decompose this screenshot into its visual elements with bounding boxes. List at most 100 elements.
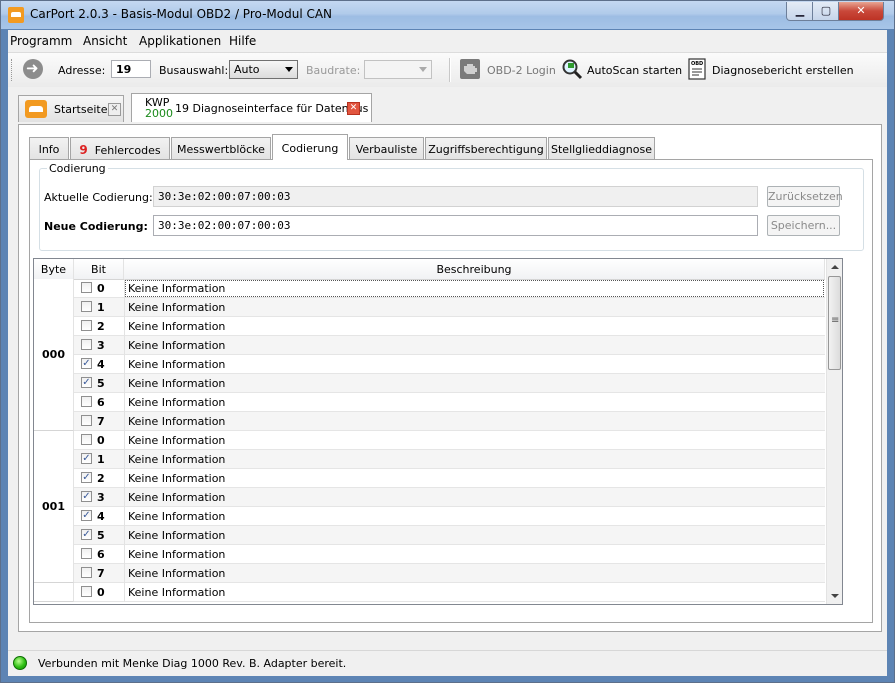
- bit-description[interactable]: Keine Information: [124, 374, 825, 393]
- table-row[interactable]: ✓ 4 Keine Information: [74, 355, 825, 374]
- menu-applikationen[interactable]: Applikationen: [139, 34, 221, 48]
- maximize-button[interactable]: ▢: [812, 2, 840, 21]
- bit-checkbox[interactable]: ✓: [81, 377, 92, 388]
- save-button[interactable]: Speichern...: [767, 215, 840, 236]
- minimize-button[interactable]: ▁: [786, 2, 814, 21]
- bit-description[interactable]: Keine Information: [124, 412, 825, 431]
- title-bar[interactable]: CarPort 2.0.3 - Basis-Modul OBD2 / Pro-M…: [1, 1, 894, 29]
- column-header-bit[interactable]: Bit: [74, 259, 124, 279]
- scroll-up-icon[interactable]: [831, 265, 839, 269]
- bit-checkbox[interactable]: ✓: [81, 358, 92, 369]
- engine-icon[interactable]: [459, 58, 481, 80]
- close-tab-icon[interactable]: ✕: [347, 102, 360, 115]
- bit-description[interactable]: Keine Information: [124, 279, 825, 298]
- toolbar-grip[interactable]: [11, 59, 15, 81]
- bit-checkbox[interactable]: [81, 282, 92, 293]
- table-row[interactable]: 0 Keine Information: [74, 431, 825, 450]
- bit-checkbox[interactable]: ✓: [81, 472, 92, 483]
- table-row[interactable]: 0 Keine Information: [74, 583, 825, 602]
- magnifier-icon[interactable]: [561, 58, 583, 80]
- bit-number: 1: [97, 453, 105, 466]
- byte-cell: [34, 583, 74, 602]
- protocol-2000: 2000: [145, 107, 173, 120]
- table-row[interactable]: ✓ 1 Keine Information: [74, 450, 825, 469]
- bit-number: 2: [97, 472, 105, 485]
- table-row[interactable]: ✓ 5 Keine Information: [74, 374, 825, 393]
- status-text: Verbunden mit Menke Diag 1000 Rev. B. Ad…: [38, 657, 347, 670]
- close-window-button[interactable]: ✕: [838, 2, 884, 21]
- reset-button[interactable]: Zurücksetzen: [767, 186, 843, 207]
- tab-module-19[interactable]: KWP 2000 19 Diagnoseinterface für Datenb…: [131, 93, 372, 122]
- window-title: CarPort 2.0.3 - Basis-Modul OBD2 / Pro-M…: [30, 7, 333, 21]
- menu-programm[interactable]: Programm: [10, 34, 72, 48]
- tab-zugriffsberechtigung[interactable]: Zugriffsberechtigung: [425, 137, 547, 159]
- menu-hilfe[interactable]: Hilfe: [229, 34, 256, 48]
- table-row[interactable]: ✓ 5 Keine Information: [74, 526, 825, 545]
- bit-description[interactable]: Keine Information: [124, 298, 825, 317]
- tab-codierung[interactable]: Codierung: [272, 134, 348, 160]
- bit-description[interactable]: Keine Information: [124, 336, 825, 355]
- bit-checkbox[interactable]: ✓: [81, 510, 92, 521]
- bit-description[interactable]: Keine Information: [124, 564, 825, 583]
- bit-description[interactable]: Keine Information: [124, 431, 825, 450]
- tab-verbauliste[interactable]: Verbauliste: [349, 137, 424, 159]
- tab-messwertbloecke[interactable]: Messwertblöcke: [171, 137, 271, 159]
- bit-checkbox[interactable]: [81, 396, 92, 407]
- scroll-down-icon[interactable]: [831, 594, 839, 598]
- baud-select[interactable]: [364, 60, 432, 79]
- tab-startseite[interactable]: Startseite ✕: [18, 95, 124, 122]
- table-row[interactable]: 2 Keine Information: [74, 317, 825, 336]
- bit-description[interactable]: Keine Information: [124, 507, 825, 526]
- bit-checkbox[interactable]: [81, 415, 92, 426]
- bit-checkbox[interactable]: [81, 548, 92, 559]
- coding-panel: Codierung Aktuelle Codierung: 30:3e:02:0…: [29, 159, 873, 623]
- bit-checkbox[interactable]: [81, 320, 92, 331]
- bit-checkbox[interactable]: [81, 567, 92, 578]
- bit-description[interactable]: Keine Information: [124, 469, 825, 488]
- close-tab-icon[interactable]: ✕: [108, 103, 121, 116]
- bit-checkbox[interactable]: ✓: [81, 491, 92, 502]
- bit-description[interactable]: Keine Information: [124, 355, 825, 374]
- table-row[interactable]: 0 Keine Information: [74, 279, 825, 298]
- table-row[interactable]: 7 Keine Information: [74, 412, 825, 431]
- scroll-thumb[interactable]: [828, 276, 841, 370]
- obd-login-button[interactable]: OBD-2 Login: [487, 64, 556, 77]
- diagnostic-report-button[interactable]: Diagnosebericht erstellen: [712, 64, 854, 77]
- bit-checkbox[interactable]: ✓: [81, 529, 92, 540]
- bit-description[interactable]: Keine Information: [124, 526, 825, 545]
- tab-info[interactable]: Info: [29, 137, 69, 159]
- bit-description[interactable]: Keine Information: [124, 583, 825, 602]
- new-coding-input[interactable]: 30:3e:02:00:07:00:03: [153, 215, 758, 236]
- bit-description[interactable]: Keine Information: [124, 545, 825, 564]
- bit-description[interactable]: Keine Information: [124, 393, 825, 412]
- bit-checkbox[interactable]: [81, 339, 92, 350]
- bit-description[interactable]: Keine Information: [124, 450, 825, 469]
- report-icon[interactable]: OBD: [686, 58, 708, 80]
- table-row[interactable]: 6 Keine Information: [74, 545, 825, 564]
- bus-select-value: Auto: [234, 63, 260, 76]
- autoscan-button[interactable]: AutoScan starten: [587, 64, 682, 77]
- table-row[interactable]: ✓ 3 Keine Information: [74, 488, 825, 507]
- table-row[interactable]: ✓ 4 Keine Information: [74, 507, 825, 526]
- bit-checkbox[interactable]: ✓: [81, 453, 92, 464]
- bit-checkbox[interactable]: [81, 301, 92, 312]
- table-row[interactable]: ✓ 2 Keine Information: [74, 469, 825, 488]
- vertical-scrollbar[interactable]: [826, 259, 842, 604]
- bit-description[interactable]: Keine Information: [124, 317, 825, 336]
- column-header-byte[interactable]: Byte: [34, 259, 74, 279]
- column-header-description[interactable]: Beschreibung: [124, 259, 825, 279]
- bus-select[interactable]: Auto: [229, 60, 298, 79]
- go-arrow-icon[interactable]: [23, 59, 43, 79]
- tab-fehlercodes[interactable]: 9 Fehlercodes: [70, 137, 170, 159]
- table-row[interactable]: 1 Keine Information: [74, 298, 825, 317]
- chevron-down-icon: [285, 67, 293, 72]
- table-row[interactable]: 3 Keine Information: [74, 336, 825, 355]
- tab-stellglieddiagnose[interactable]: Stellglieddiagnose: [548, 137, 655, 159]
- menu-ansicht[interactable]: Ansicht: [83, 34, 127, 48]
- bit-checkbox[interactable]: [81, 586, 92, 597]
- bit-description[interactable]: Keine Information: [124, 488, 825, 507]
- table-row[interactable]: 7 Keine Information: [74, 564, 825, 583]
- table-row[interactable]: 6 Keine Information: [74, 393, 825, 412]
- address-input[interactable]: 19: [111, 60, 151, 78]
- bit-checkbox[interactable]: [81, 434, 92, 445]
